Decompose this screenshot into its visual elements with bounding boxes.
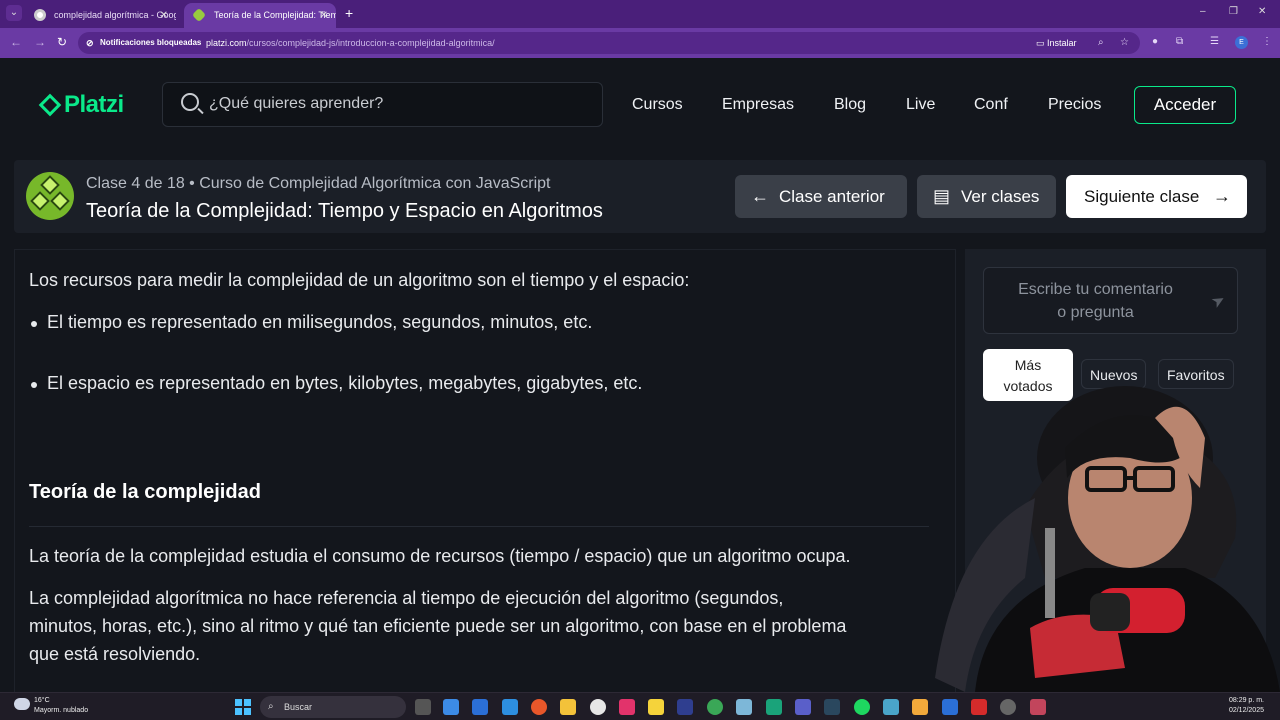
search-placeholder: ¿Qué quieres aprender? bbox=[209, 95, 384, 112]
url-text[interactable]: platzi.com/cursos/complejidad-js/introdu… bbox=[206, 36, 495, 50]
minimize-button[interactable]: – bbox=[1200, 6, 1206, 17]
nav-blog[interactable]: Blog bbox=[834, 96, 866, 114]
file-explorer-icon[interactable] bbox=[560, 699, 576, 715]
notepad-icon[interactable] bbox=[736, 699, 752, 715]
tab-google-search[interactable]: complejidad algorítmica - Goog ✕ bbox=[24, 3, 176, 28]
mail-icon[interactable] bbox=[502, 699, 518, 715]
app-icon[interactable] bbox=[590, 699, 606, 715]
install-icon: ▭ bbox=[1036, 38, 1045, 48]
system-clock[interactable]: 08:29 p. m. 02/12/2025 bbox=[1229, 696, 1264, 716]
taskbar-search[interactable]: ⌕ Buscar bbox=[260, 696, 406, 718]
view-classes-button[interactable]: ▤ Ver clases bbox=[917, 175, 1056, 218]
menu-kebab-icon[interactable]: ⋮ bbox=[1262, 36, 1272, 47]
section-heading: Teoría de la complejidad bbox=[29, 481, 261, 503]
comment-input[interactable]: Escribe tu comentario o pregunta ➤ bbox=[983, 267, 1238, 334]
send-icon[interactable]: ➤ bbox=[1207, 288, 1230, 315]
intro-paragraph: Los recursos para medir la complejidad d… bbox=[29, 270, 690, 290]
new-tab-button[interactable]: + bbox=[345, 5, 353, 21]
class-title: Teoría de la Complejidad: Tiempo y Espac… bbox=[86, 200, 603, 222]
streamer-video bbox=[935, 386, 1280, 692]
maximize-button[interactable]: ❐ bbox=[1229, 6, 1238, 17]
tab-platzi-class[interactable]: Teoría de la Complejidad: Tiem ✕ bbox=[184, 3, 336, 28]
acrobat-icon[interactable] bbox=[971, 699, 987, 715]
app-green-icon[interactable] bbox=[766, 699, 782, 715]
lesson-content: Los recursos para medir la complejidad d… bbox=[14, 249, 956, 692]
platzi-logo[interactable]: Platzi bbox=[38, 91, 124, 119]
task-view-icon[interactable] bbox=[415, 699, 431, 715]
google-icon bbox=[34, 9, 46, 21]
chrome-icon[interactable] bbox=[707, 699, 723, 715]
notifications-blocked-chip[interactable]: ⊘ Notificaciones bloqueadas bbox=[86, 36, 201, 50]
paragraph-algorithmic-complexity: La complejidad algorítmica no hace refer… bbox=[29, 588, 847, 664]
sticky-notes-icon[interactable] bbox=[648, 699, 664, 715]
tab-search-icon[interactable]: ⌄ bbox=[6, 5, 22, 21]
bell-off-icon: ⊘ bbox=[86, 38, 94, 48]
course-badge-icon bbox=[26, 172, 74, 220]
nav-conf[interactable]: Conf bbox=[974, 96, 1008, 114]
teams-icon[interactable] bbox=[795, 699, 811, 715]
forward-icon[interactable]: → bbox=[34, 35, 46, 49]
spotify-icon[interactable] bbox=[854, 699, 870, 715]
arrow-right-icon: → bbox=[1213, 186, 1231, 206]
steam-icon[interactable] bbox=[824, 699, 840, 715]
extension-color-icon[interactable]: ● bbox=[1152, 36, 1158, 47]
platzi-logo-icon bbox=[38, 93, 62, 117]
browser-tab-bar: ⌄ complejidad algorítmica - Goog ✕ Teorí… bbox=[0, 0, 1280, 28]
search-input[interactable]: ¿Qué quieres aprender? bbox=[162, 82, 603, 127]
list-item-space: El espacio es representado en bytes, kil… bbox=[29, 373, 642, 394]
weather-widget[interactable]: 16°C Mayorm. nublado bbox=[14, 696, 88, 716]
login-button[interactable]: Acceder bbox=[1134, 86, 1236, 124]
zoom-icon[interactable]: ⌕ bbox=[1098, 36, 1104, 50]
app-window-icon[interactable] bbox=[942, 699, 958, 715]
windows-start-icon[interactable] bbox=[235, 699, 251, 715]
paragraph-complexity-theory: La teoría de la complejidad estudia el c… bbox=[29, 546, 851, 566]
platzi-favicon-icon bbox=[191, 7, 207, 23]
divider bbox=[29, 526, 929, 527]
store-icon[interactable] bbox=[472, 699, 488, 715]
copilot-icon[interactable] bbox=[443, 699, 459, 715]
close-tab-icon[interactable]: ✕ bbox=[160, 3, 168, 28]
reload-icon[interactable]: ↻ bbox=[57, 35, 67, 49]
search-icon: ⌕ bbox=[268, 701, 274, 712]
extensions-puzzle-icon[interactable]: ⧉ bbox=[1176, 36, 1183, 47]
settings-icon[interactable] bbox=[1000, 699, 1016, 715]
reading-list-icon[interactable]: ☰ bbox=[1210, 36, 1219, 47]
back-icon[interactable]: ← bbox=[10, 35, 22, 49]
app-blue-icon[interactable] bbox=[883, 699, 899, 715]
nav-live[interactable]: Live bbox=[906, 96, 935, 114]
close-tab-icon[interactable]: ✕ bbox=[320, 3, 328, 28]
address-bar[interactable]: ⊘ Notificaciones bloqueadas platzi.com/c… bbox=[78, 32, 1140, 54]
close-window-button[interactable]: ✕ bbox=[1258, 6, 1266, 17]
nav-cursos[interactable]: Cursos bbox=[632, 96, 683, 114]
nav-empresas[interactable]: Empresas bbox=[722, 96, 794, 114]
bookmark-star-icon[interactable]: ☆ bbox=[1120, 36, 1129, 50]
profile-avatar[interactable]: E bbox=[1235, 36, 1248, 49]
nav-precios[interactable]: Precios bbox=[1048, 96, 1101, 114]
app-pink-icon[interactable] bbox=[619, 699, 635, 715]
list-item-time: El tiempo es representado en milisegundo… bbox=[29, 312, 592, 333]
install-app-button[interactable]: ▭ Instalar bbox=[1036, 36, 1077, 50]
app-red-icon[interactable] bbox=[1030, 699, 1046, 715]
tab-title: complejidad algorítmica - Goog bbox=[54, 10, 176, 20]
windows-taskbar: 16°C Mayorm. nublado ⌕ Buscar 08:29 p. m.… bbox=[0, 692, 1280, 720]
firefox-icon[interactable] bbox=[531, 699, 547, 715]
browser-toolbar: ← → ↻ ⊘ Notificaciones bloqueadas platzi… bbox=[0, 28, 1280, 58]
class-list-icon: ▤ bbox=[933, 186, 951, 206]
app-orange-icon[interactable] bbox=[912, 699, 928, 715]
cloud-icon bbox=[14, 698, 30, 710]
tab-title: Teoría de la Complejidad: Tiem bbox=[214, 10, 336, 20]
class-header: Clase 4 de 18 • Curso de Complejidad Alg… bbox=[14, 160, 1266, 233]
webcam-overlay bbox=[915, 378, 1280, 692]
next-class-button[interactable]: Siguiente clase → bbox=[1066, 175, 1247, 218]
class-meta: Clase 4 de 18 • Curso de Complejidad Alg… bbox=[86, 175, 551, 192]
terminal-icon[interactable] bbox=[677, 699, 693, 715]
previous-class-button[interactable]: ← Clase anterior bbox=[735, 175, 907, 218]
search-icon bbox=[181, 93, 199, 111]
arrow-left-icon: ← bbox=[751, 186, 769, 206]
